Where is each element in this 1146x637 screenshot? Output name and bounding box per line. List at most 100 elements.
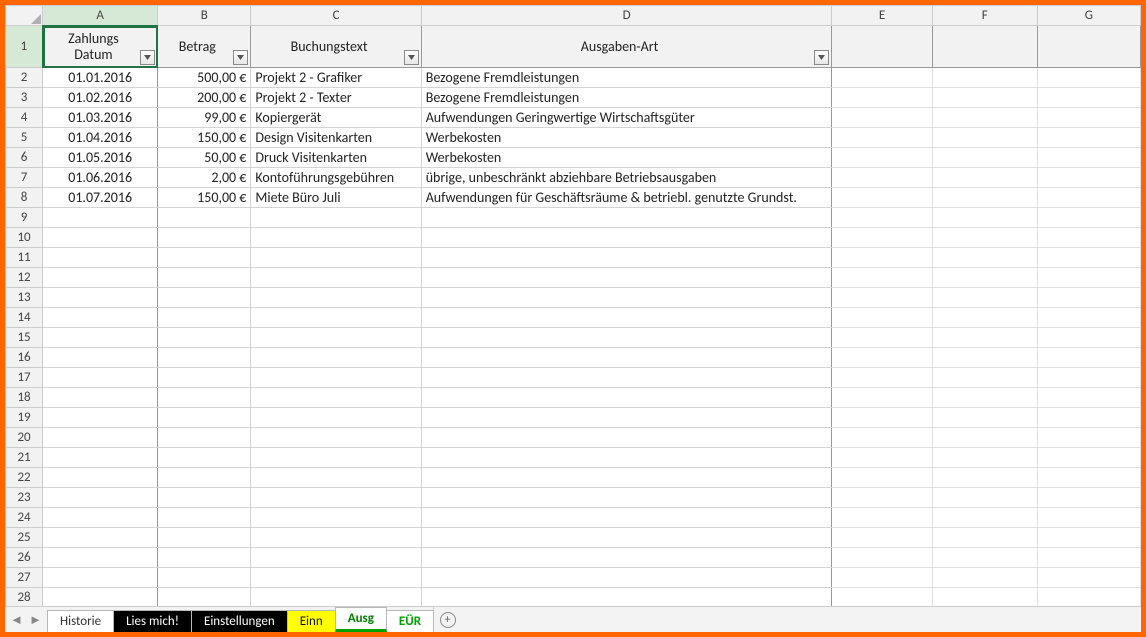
row-header[interactable]: 13 xyxy=(6,288,43,308)
cell-empty[interactable] xyxy=(832,88,932,108)
cell-empty[interactable] xyxy=(158,308,251,328)
cell-empty[interactable] xyxy=(832,308,932,328)
cell-empty[interactable] xyxy=(43,548,158,568)
cell-text[interactable]: Design Visitenkarten xyxy=(251,128,421,148)
cell-amount[interactable]: 99,00 € xyxy=(158,108,251,128)
cell-empty[interactable] xyxy=(1037,368,1140,388)
row-header-1[interactable]: 1 xyxy=(6,26,43,68)
column-header-F[interactable]: F xyxy=(932,6,1037,26)
row-header[interactable]: 26 xyxy=(6,548,43,568)
cell-empty[interactable] xyxy=(1037,308,1140,328)
column-header-G[interactable]: G xyxy=(1037,6,1140,26)
cell-empty[interactable] xyxy=(932,468,1037,488)
cell-empty[interactable] xyxy=(932,228,1037,248)
cell-empty[interactable] xyxy=(832,348,932,368)
row-header[interactable]: 16 xyxy=(6,348,43,368)
column-header-D[interactable]: D xyxy=(421,6,832,26)
cell-empty[interactable] xyxy=(1037,388,1140,408)
cell-empty[interactable] xyxy=(43,588,158,607)
cell-empty[interactable] xyxy=(832,228,932,248)
cell-empty[interactable] xyxy=(43,268,158,288)
cell-empty[interactable] xyxy=(932,428,1037,448)
cell-empty[interactable] xyxy=(832,588,932,607)
cell-empty[interactable] xyxy=(932,348,1037,368)
cell-empty[interactable] xyxy=(932,208,1037,228)
cell-empty[interactable] xyxy=(158,488,251,508)
cell-empty[interactable] xyxy=(1037,408,1140,428)
cell-empty[interactable] xyxy=(932,188,1037,208)
cell-empty[interactable] xyxy=(832,168,932,188)
cell-empty[interactable] xyxy=(1037,88,1140,108)
cell-empty[interactable] xyxy=(158,508,251,528)
cell-empty[interactable] xyxy=(158,388,251,408)
cell-text[interactable]: Miete Büro Juli xyxy=(251,188,421,208)
cell-empty[interactable] xyxy=(1037,548,1140,568)
cell-empty[interactable] xyxy=(1037,128,1140,148)
cell-empty[interactable] xyxy=(932,328,1037,348)
cell-empty[interactable] xyxy=(158,268,251,288)
cell-empty[interactable] xyxy=(832,488,932,508)
cell-empty[interactable] xyxy=(832,248,932,268)
cell-empty[interactable] xyxy=(251,488,421,508)
cell-empty[interactable] xyxy=(158,568,251,588)
cell-empty[interactable] xyxy=(251,548,421,568)
cell-empty[interactable] xyxy=(832,528,932,548)
row-header[interactable]: 2 xyxy=(6,68,43,88)
row-header[interactable]: 21 xyxy=(6,448,43,468)
cell-empty[interactable] xyxy=(251,308,421,328)
cell-empty[interactable] xyxy=(421,408,832,428)
cell-empty[interactable] xyxy=(932,68,1037,88)
cell-category[interactable]: Werbekosten xyxy=(421,148,832,168)
cell-empty[interactable] xyxy=(251,508,421,528)
cell-empty[interactable] xyxy=(158,468,251,488)
cell-empty[interactable] xyxy=(251,328,421,348)
cell-empty[interactable] xyxy=(932,408,1037,428)
cell-empty[interactable] xyxy=(832,448,932,468)
cell-empty[interactable] xyxy=(158,348,251,368)
cell-empty[interactable] xyxy=(251,368,421,388)
cell-empty[interactable] xyxy=(421,348,832,368)
row-header[interactable]: 17 xyxy=(6,368,43,388)
cell-empty[interactable] xyxy=(421,428,832,448)
cell-empty[interactable] xyxy=(832,68,932,88)
cell-category[interactable]: Bezogene Fremdleistungen xyxy=(421,88,832,108)
row-header[interactable]: 25 xyxy=(6,528,43,548)
cell-empty[interactable] xyxy=(832,388,932,408)
cell-empty[interactable] xyxy=(832,288,932,308)
cell-empty[interactable] xyxy=(832,508,932,528)
row-header[interactable]: 3 xyxy=(6,88,43,108)
filter-button-B[interactable] xyxy=(233,50,248,65)
cell-empty[interactable] xyxy=(932,548,1037,568)
cell-empty[interactable] xyxy=(158,448,251,468)
row-header[interactable]: 18 xyxy=(6,388,43,408)
cell-date[interactable]: 01.04.2016 xyxy=(43,128,158,148)
cell-empty[interactable] xyxy=(1037,528,1140,548)
cell-empty[interactable] xyxy=(832,128,932,148)
row-header[interactable]: 10 xyxy=(6,228,43,248)
cell-empty[interactable] xyxy=(832,468,932,488)
cell-empty[interactable] xyxy=(251,588,421,607)
cell-empty[interactable] xyxy=(832,568,932,588)
cell-empty[interactable] xyxy=(1037,428,1140,448)
cell-empty[interactable] xyxy=(832,268,932,288)
row-header[interactable]: 20 xyxy=(6,428,43,448)
cell-empty[interactable] xyxy=(932,128,1037,148)
cell-empty[interactable] xyxy=(158,208,251,228)
cell-empty[interactable] xyxy=(43,228,158,248)
cell-empty[interactable] xyxy=(1037,488,1140,508)
cell-empty[interactable] xyxy=(421,588,832,607)
cell-date[interactable]: 01.03.2016 xyxy=(43,108,158,128)
cell-empty[interactable] xyxy=(932,268,1037,288)
cell-empty[interactable] xyxy=(43,328,158,348)
cell-empty[interactable] xyxy=(932,88,1037,108)
sheet-tab-ausg[interactable]: Ausg xyxy=(335,607,387,632)
cell-empty[interactable] xyxy=(43,308,158,328)
filter-button-C[interactable] xyxy=(404,50,419,65)
cell-date[interactable]: 01.01.2016 xyxy=(43,68,158,88)
column-header-A[interactable]: A xyxy=(43,6,158,26)
cell-date[interactable]: 01.02.2016 xyxy=(43,88,158,108)
cell-empty[interactable] xyxy=(1037,168,1140,188)
row-header[interactable]: 11 xyxy=(6,248,43,268)
tab-nav-prev[interactable]: ◄ xyxy=(10,612,23,628)
cell-amount[interactable]: 50,00 € xyxy=(158,148,251,168)
